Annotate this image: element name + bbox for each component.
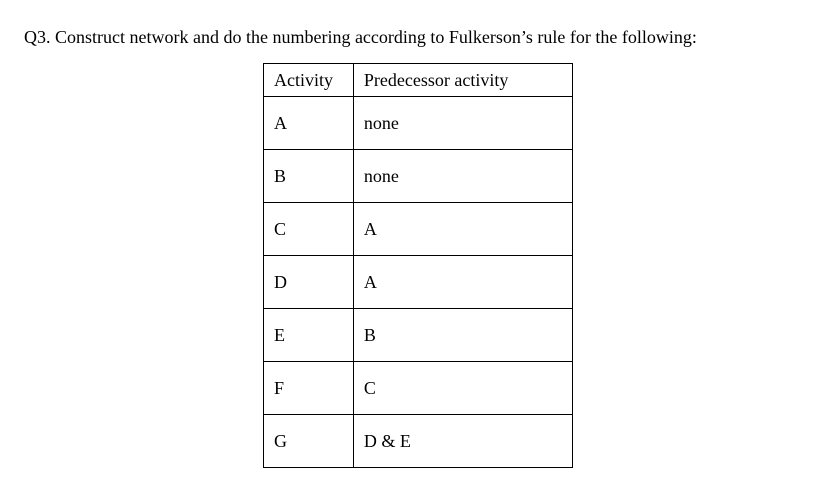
cell-activity: B — [264, 150, 354, 203]
header-predecessor: Predecessor activity — [353, 64, 572, 97]
table-row: D A — [264, 256, 573, 309]
activity-table: Activity Predecessor activity A none B n… — [263, 63, 573, 468]
table-row: G D & E — [264, 415, 573, 468]
cell-predecessor: A — [353, 203, 572, 256]
cell-predecessor: A — [353, 256, 572, 309]
table-row: E B — [264, 309, 573, 362]
table-row: F C — [264, 362, 573, 415]
question-text: Q3. Construct network and do the numberi… — [24, 26, 812, 49]
cell-predecessor: none — [353, 97, 572, 150]
cell-activity: G — [264, 415, 354, 468]
table-row: C A — [264, 203, 573, 256]
table-container: Activity Predecessor activity A none B n… — [24, 63, 812, 468]
table-row: A none — [264, 97, 573, 150]
cell-activity: A — [264, 97, 354, 150]
cell-activity: F — [264, 362, 354, 415]
cell-predecessor: none — [353, 150, 572, 203]
cell-predecessor: D & E — [353, 415, 572, 468]
cell-activity: E — [264, 309, 354, 362]
header-activity: Activity — [264, 64, 354, 97]
cell-predecessor: B — [353, 309, 572, 362]
cell-predecessor: C — [353, 362, 572, 415]
cell-activity: C — [264, 203, 354, 256]
page: Q3. Construct network and do the numberi… — [0, 0, 836, 468]
table-header-row: Activity Predecessor activity — [264, 64, 573, 97]
table-row: B none — [264, 150, 573, 203]
cell-activity: D — [264, 256, 354, 309]
